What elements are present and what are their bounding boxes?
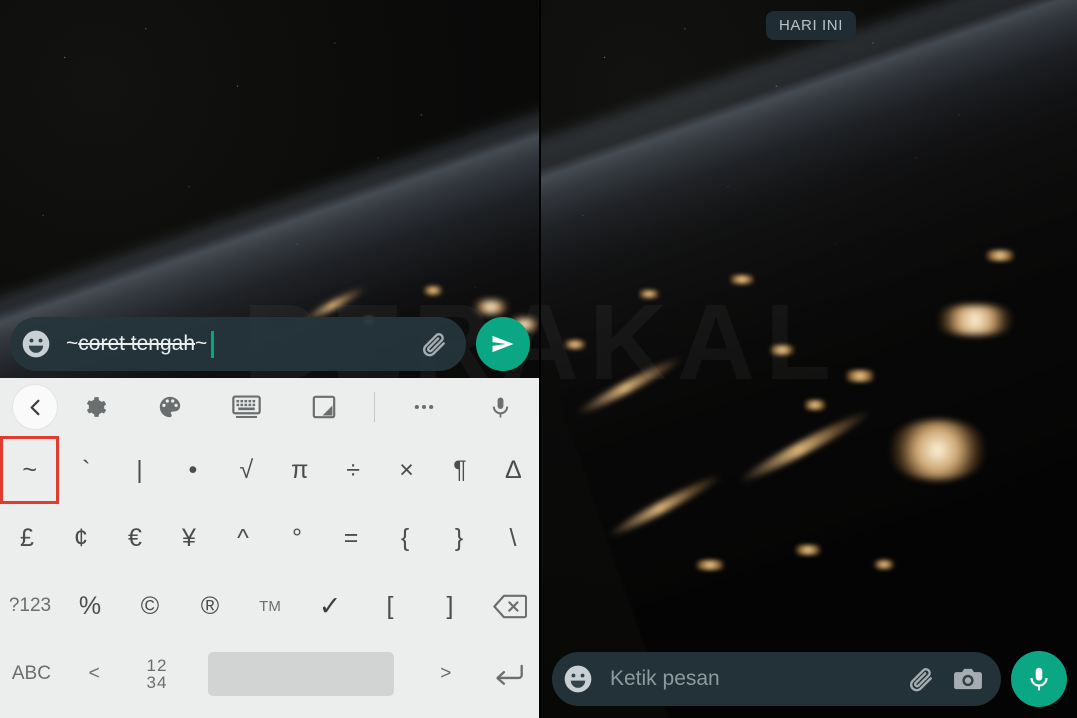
keyboard-theme-button[interactable]	[131, 394, 208, 420]
tilde-prefix: ~	[66, 332, 79, 355]
keyboard-voice-button[interactable]	[463, 395, 537, 420]
key-cursor-left[interactable]: <	[63, 640, 126, 708]
gear-icon	[86, 396, 106, 417]
key-pound[interactable]: £	[0, 504, 54, 572]
tilde-suffix: ~	[195, 332, 208, 355]
paperclip-icon[interactable]	[420, 329, 450, 359]
panel-divider	[539, 0, 541, 718]
send-button[interactable]	[476, 317, 530, 371]
enter-arrow-icon	[495, 664, 523, 685]
keyboard-toolbar	[0, 378, 540, 436]
left-panel: ~ coret tengah ~ ~ ` | • √ π ÷ × ¶ Δ £ ¢…	[0, 0, 540, 718]
send-plane-icon	[492, 335, 514, 353]
key-abc-toggle[interactable]: ABC	[0, 640, 63, 708]
message-placeholder: Ketik pesan	[610, 667, 720, 690]
key-multiply[interactable]: ×	[380, 436, 433, 504]
keyboard-back-button[interactable]	[13, 385, 57, 429]
key-grave[interactable]: `	[59, 436, 112, 504]
key-checkmark[interactable]: ✓	[300, 572, 360, 640]
key-copyright[interactable]: ©	[120, 572, 180, 640]
message-input-bar-active: ~ coret tengah ~	[0, 310, 540, 378]
screenshot-root: ~ coret tengah ~ ~ ` | • √ π ÷ × ¶ Δ £ ¢…	[0, 0, 1077, 718]
keyboard-more-button[interactable]	[385, 394, 463, 420]
key-equals[interactable]: =	[324, 504, 378, 572]
message-input-field[interactable]: ~ coret tengah ~	[10, 317, 466, 371]
text-cursor	[211, 330, 215, 358]
palette-icon	[159, 396, 180, 418]
emoji-smiley-icon[interactable]	[562, 663, 594, 695]
key-yen[interactable]: ¥	[162, 504, 216, 572]
key-space[interactable]	[188, 640, 414, 708]
key-enter[interactable]	[477, 640, 540, 708]
key-sqrt[interactable]: √	[220, 436, 273, 504]
key-euro[interactable]: €	[108, 504, 162, 572]
key-tilde[interactable]: ~	[0, 436, 60, 504]
key-cursor-right[interactable]: >	[414, 640, 477, 708]
camera-icon[interactable]	[953, 666, 983, 692]
key-delta[interactable]: Δ	[487, 436, 540, 504]
more-dots-icon	[414, 404, 434, 410]
key-pilcrow[interactable]: ¶	[433, 436, 486, 504]
spacebar-surface	[208, 652, 395, 696]
floating-window-icon	[312, 395, 336, 419]
on-screen-keyboard: ~ ` | • √ π ÷ × ¶ Δ £ ¢ € ¥ ^ ° = {} \ …	[0, 378, 540, 718]
key-divide[interactable]: ÷	[326, 436, 379, 504]
keyboard-row-symbols-2: £ ¢ € ¥ ^ ° = { } \	[0, 504, 540, 572]
key-numpad-toggle[interactable]: 12 34	[126, 640, 189, 708]
key-backspace[interactable]	[480, 572, 540, 640]
keyboard-row-symbols-1: ~ ` | • √ π ÷ × ¶ Δ	[0, 436, 540, 504]
keyboard-layout-button[interactable]	[208, 394, 285, 420]
key-pipe[interactable]: |	[113, 436, 166, 504]
key-registered[interactable]: ®	[180, 572, 240, 640]
keyboard-row-symbols-3: ?123 % © ® TM ✓ [ ]	[0, 572, 540, 640]
emoji-smiley-icon[interactable]	[20, 328, 52, 360]
key-cent[interactable]: ¢	[54, 504, 108, 572]
chevron-left-icon	[30, 399, 39, 415]
key-degree[interactable]: °	[270, 504, 324, 572]
key-bracket-open[interactable]: [	[360, 572, 420, 640]
keyboard-settings-button[interactable]	[57, 395, 131, 420]
key-brace-open[interactable]: {	[378, 504, 432, 572]
key-caret[interactable]: ^	[216, 504, 270, 572]
key-trademark[interactable]: TM	[240, 572, 300, 640]
microphone-icon	[492, 397, 508, 417]
key-brace-close[interactable]: }	[432, 504, 486, 572]
message-input-bar-idle: Ketik pesan	[540, 648, 1077, 710]
backspace-icon	[493, 594, 527, 618]
toolbar-divider	[363, 392, 385, 422]
key-backslash[interactable]: \	[486, 504, 540, 572]
paperclip-icon[interactable]	[907, 664, 937, 694]
message-input-text: ~ coret tengah ~	[66, 330, 420, 358]
voice-record-button[interactable]	[1011, 651, 1067, 707]
key-bullet[interactable]: •	[166, 436, 219, 504]
numpad-glyph: 12 34	[146, 655, 168, 692]
strikethrough-text: coret tengah	[78, 332, 196, 355]
day-divider-chip: HARI INI	[766, 11, 856, 40]
microphone-icon	[1030, 667, 1048, 691]
key-percent[interactable]: %	[60, 572, 120, 640]
keyboard-icon	[232, 394, 261, 418]
keyboard-row-bottom: ABC < 12 34 >	[0, 640, 540, 708]
key-pi[interactable]: π	[273, 436, 326, 504]
message-input-field-idle[interactable]: Ketik pesan	[552, 652, 1001, 706]
key-bracket-close[interactable]: ]	[420, 572, 480, 640]
key-numbers-toggle[interactable]: ?123	[0, 572, 60, 640]
keyboard-resize-button[interactable]	[285, 394, 363, 420]
